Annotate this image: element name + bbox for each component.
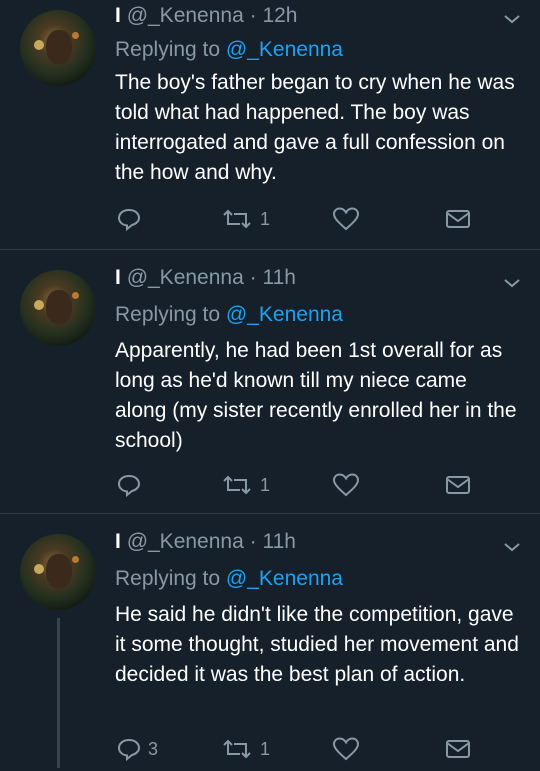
dm-button[interactable]: [444, 204, 472, 234]
tweet-actions: 3 1: [110, 734, 530, 764]
handle[interactable]: @_Kenenna: [127, 266, 244, 289]
reply-icon: [117, 208, 141, 232]
handle[interactable]: @_Kenenna: [127, 4, 244, 27]
reply-mention-link[interactable]: @_Kenenna: [226, 303, 343, 326]
separator: ·: [243, 530, 263, 553]
dm-icon: [446, 740, 470, 758]
retweet-count: 1: [260, 738, 271, 759]
reply-icon: [117, 474, 141, 498]
reply-button[interactable]: [116, 470, 148, 500]
thread-line: [57, 618, 60, 768]
tweet-header: I @_Kenenna · 12h: [115, 4, 298, 28]
avatar[interactable]: [20, 10, 96, 86]
timestamp[interactable]: 11h: [262, 530, 295, 553]
like-icon: [332, 207, 360, 231]
like-button[interactable]: [332, 734, 360, 764]
avatar[interactable]: [20, 270, 96, 346]
reply-button[interactable]: 3: [116, 734, 158, 764]
dm-icon: [446, 210, 470, 228]
like-button[interactable]: [332, 470, 360, 500]
retweet-icon: [223, 209, 251, 229]
tweet-text: Apparently, he had been 1st overall for …: [115, 339, 517, 452]
like-icon: [332, 737, 360, 761]
tweet-actions: 1: [110, 204, 530, 234]
chevron-down-icon[interactable]: [502, 12, 522, 26]
retweet-icon: [223, 475, 251, 495]
retweet-button[interactable]: 1: [220, 204, 270, 234]
tweet[interactable]: I @_Kenenna · 11h Replying to @_Kenenna …: [0, 250, 540, 514]
reply-count: 3: [148, 738, 159, 759]
display-name[interactable]: I: [115, 266, 121, 289]
replying-to: Replying to @_Kenenna: [115, 567, 343, 590]
retweet-count: 1: [260, 474, 271, 495]
replying-to: Replying to @_Kenenna: [115, 38, 343, 61]
tweet-header: I @_Kenenna · 11h: [115, 266, 296, 290]
dm-button[interactable]: [444, 734, 472, 764]
reply-mention-link[interactable]: @_Kenenna: [226, 38, 343, 61]
chevron-down-icon[interactable]: [502, 276, 522, 290]
chevron-down-icon[interactable]: [502, 540, 522, 554]
reply-button[interactable]: [116, 204, 148, 234]
tweet[interactable]: I @_Kenenna · 11h Replying to @_Kenenna …: [0, 514, 540, 771]
replying-to: Replying to @_Kenenna: [115, 303, 343, 326]
tweet-text: The boy's father began to cry when he wa…: [115, 71, 515, 184]
timestamp[interactable]: 12h: [262, 4, 297, 27]
like-button[interactable]: [332, 204, 360, 234]
timestamp[interactable]: 11h: [262, 266, 295, 289]
retweet-button[interactable]: 1: [220, 734, 270, 764]
reply-icon: [117, 738, 141, 762]
dm-icon: [446, 476, 470, 494]
display-name[interactable]: I: [115, 4, 121, 27]
display-name[interactable]: I: [115, 530, 121, 553]
dm-button[interactable]: [444, 470, 472, 500]
retweet-count: 1: [260, 208, 271, 229]
tweet-text: He said he didn't like the competition, …: [115, 603, 519, 686]
tweet[interactable]: I @_Kenenna · 12h Replying to @_Kenenna …: [0, 0, 540, 250]
like-icon: [332, 473, 360, 497]
handle[interactable]: @_Kenenna: [127, 530, 244, 553]
retweet-icon: [223, 739, 251, 759]
tweet-header: I @_Kenenna · 11h: [115, 530, 296, 554]
avatar[interactable]: [20, 534, 96, 610]
separator: ·: [243, 266, 263, 289]
separator: ·: [243, 4, 263, 27]
tweet-actions: 1: [110, 470, 530, 500]
tweet-feed: I @_Kenenna · 12h Replying to @_Kenenna …: [0, 0, 540, 771]
reply-mention-link[interactable]: @_Kenenna: [226, 567, 343, 590]
retweet-button[interactable]: 1: [220, 470, 270, 500]
